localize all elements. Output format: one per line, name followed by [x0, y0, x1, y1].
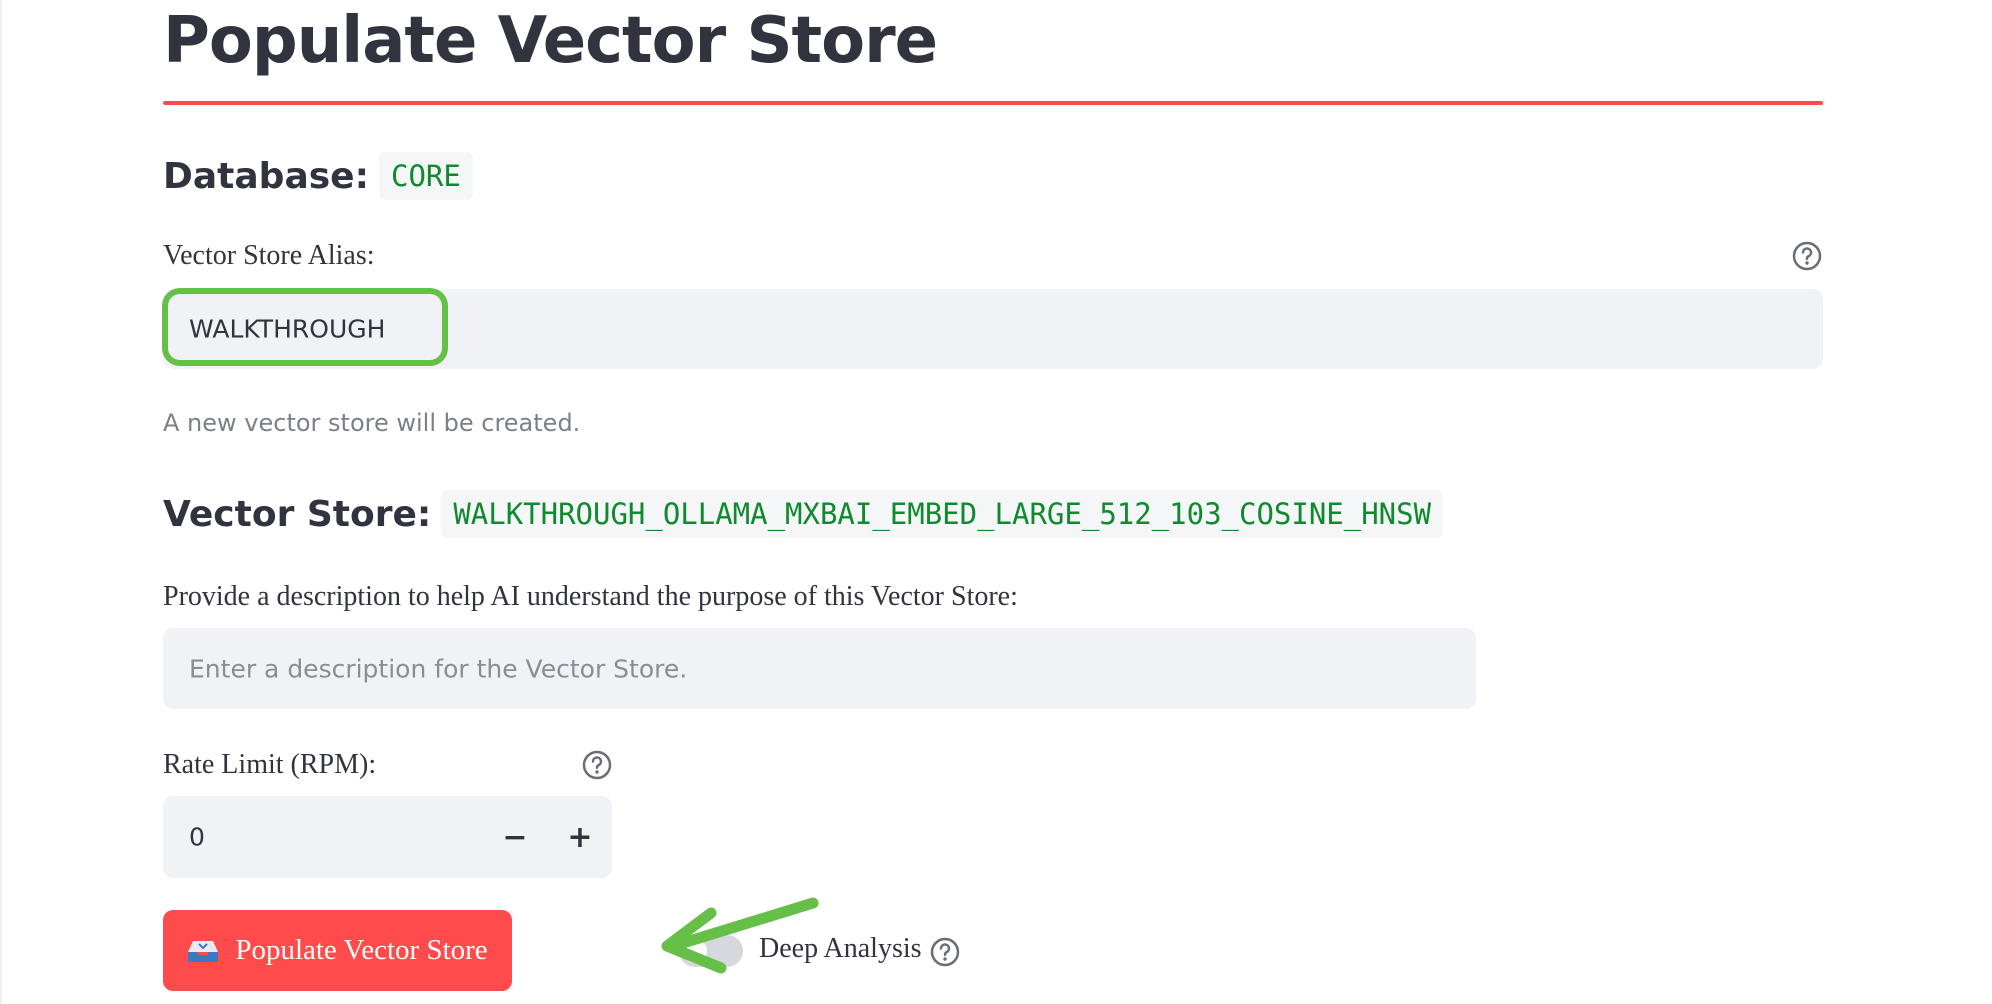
rate-limit-help-icon[interactable]: [581, 749, 613, 781]
populate-button-label: Populate Vector Store: [235, 934, 488, 966]
increment-button[interactable]: +: [549, 796, 611, 878]
description-placeholder: Enter a description for the Vector Store…: [189, 654, 688, 683]
main-content: Populate Vector Store Database: CORE Vec…: [162, 0, 1823, 1004]
description-input[interactable]: Enter a description for the Vector Store…: [163, 628, 1476, 709]
inbox-tray-icon: [188, 940, 219, 962]
alias-label: Vector Store Alias:: [163, 240, 375, 271]
database-heading: Database: CORE: [163, 152, 473, 200]
rate-limit-value: 0: [189, 822, 205, 852]
minus-icon: −: [502, 819, 528, 855]
vector-store-heading: Vector Store: WALKTHROUGH_OLLAMA_MXBAI_E…: [163, 490, 1444, 538]
alias-input[interactable]: WALKTHROUGH: [162, 288, 1823, 369]
vector-store-value: WALKTHROUGH_OLLAMA_MXBAI_EMBED_LARGE_512…: [441, 490, 1444, 538]
plus-icon: +: [567, 819, 593, 855]
green-arrow-annotation: [661, 897, 819, 974]
database-value: CORE: [378, 152, 473, 200]
description-label: Provide a description to help AI underst…: [163, 581, 1018, 612]
populate-vector-store-button[interactable]: Populate Vector Store: [163, 910, 512, 991]
title-divider: [163, 101, 1823, 105]
rate-limit-stepper[interactable]: 0 − +: [163, 796, 612, 878]
alias-highlight-annotation: [162, 288, 448, 366]
database-label: Database:: [163, 155, 369, 197]
rate-limit-label: Rate Limit (RPM):: [163, 749, 377, 780]
alias-help-icon[interactable]: [1791, 240, 1823, 272]
deep-analysis-help-icon[interactable]: [929, 936, 961, 968]
vector-store-label: Vector Store:: [163, 493, 432, 535]
left-edge-divider: [0, 0, 2, 1004]
page-title: Populate Vector Store: [163, 4, 938, 78]
decrement-button[interactable]: −: [484, 796, 546, 878]
status-caption: A new vector store will be created.: [163, 409, 581, 437]
